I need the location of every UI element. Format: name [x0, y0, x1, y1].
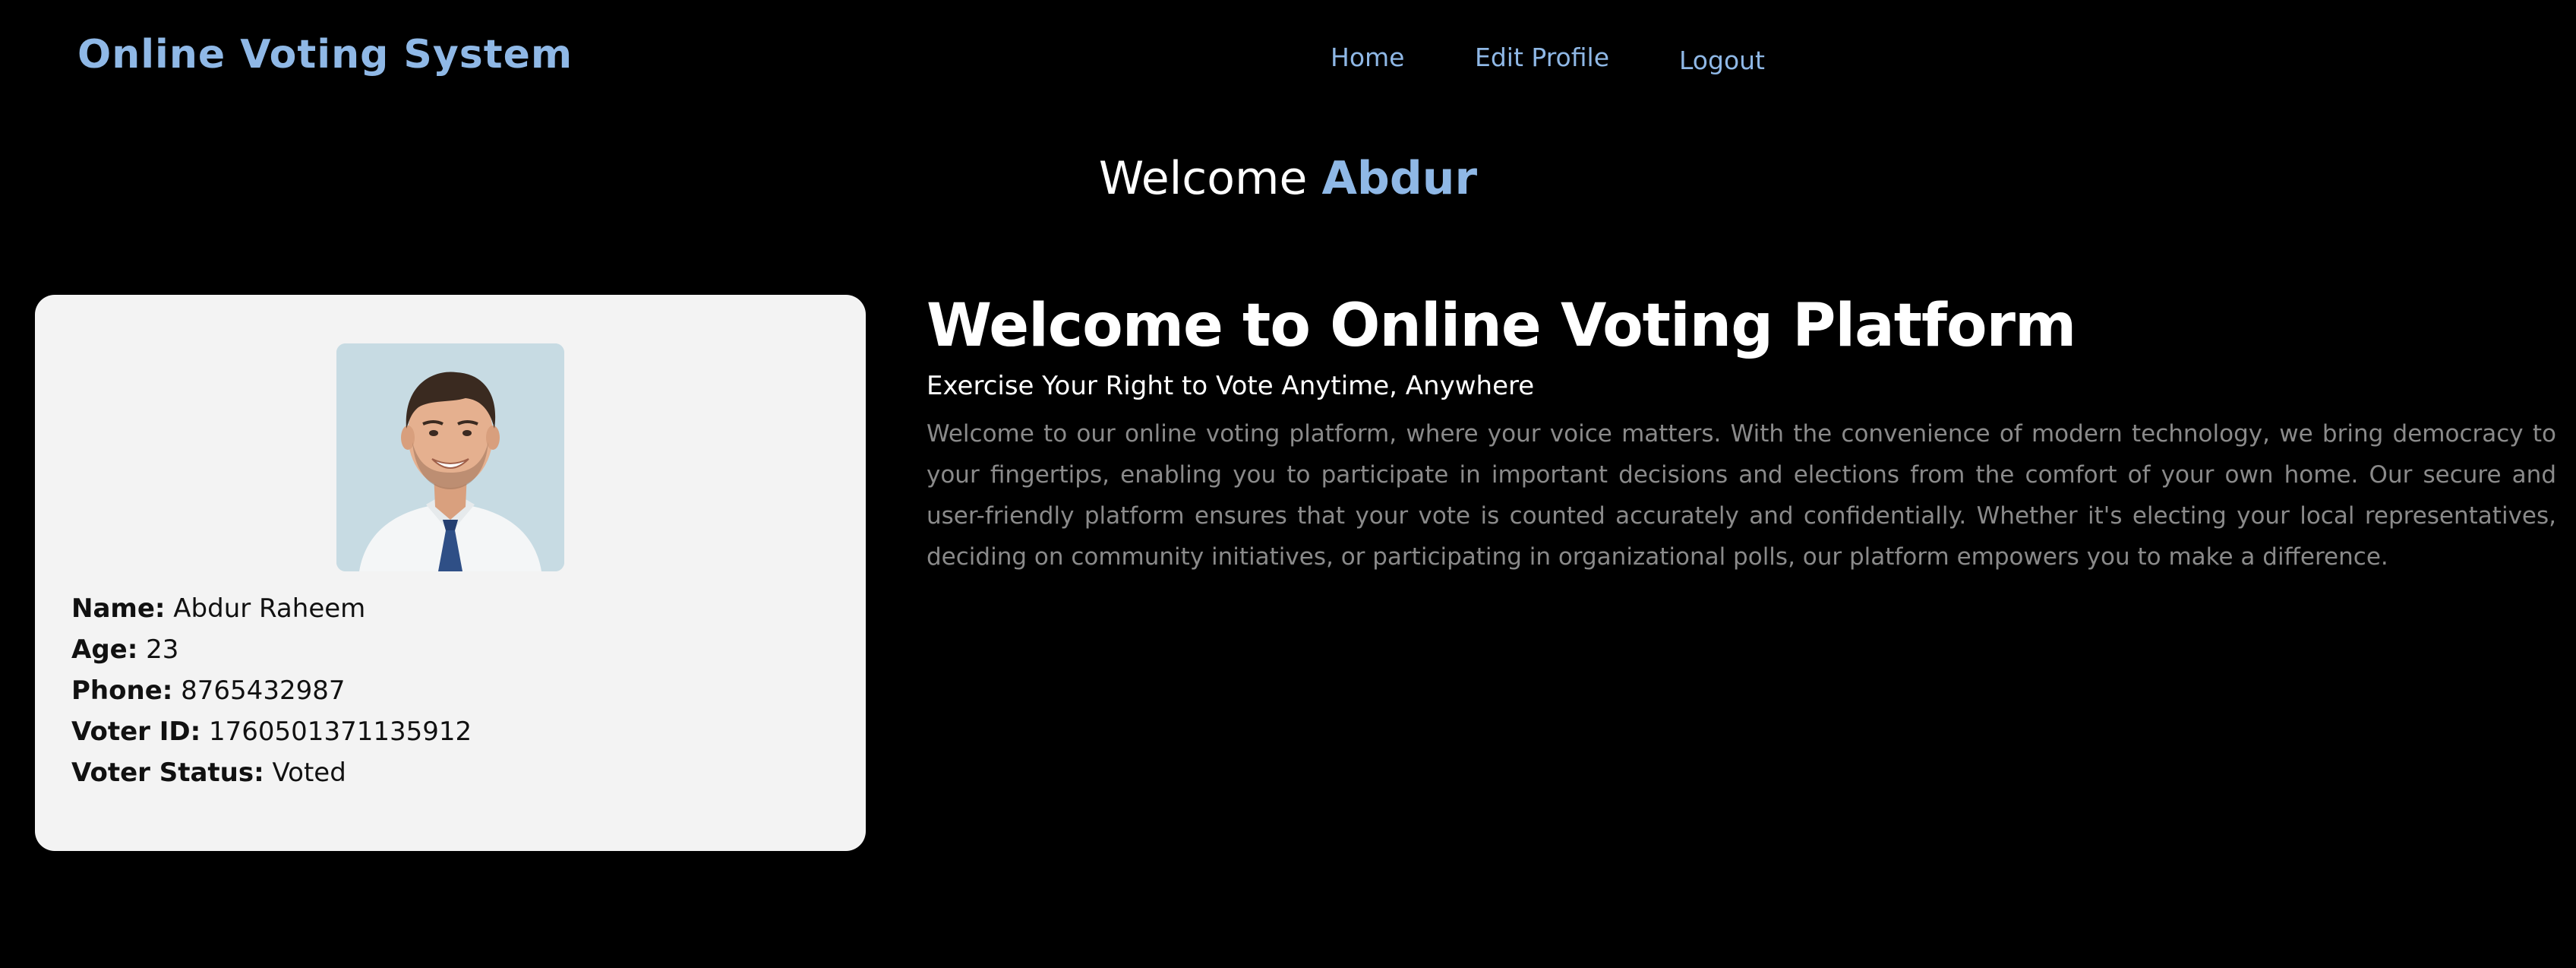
profile-voter-id-label: Voter ID: [71, 717, 201, 747]
platform-subtitle: Exercise Your Right to Vote Anytime, Any… [927, 371, 1535, 401]
profile-age-label: Age: [71, 634, 138, 665]
profile-age-value: 23 [146, 634, 179, 665]
welcome-prefix: Welcome [1098, 152, 1308, 205]
profile-phone-row: Phone: 8765432987 [71, 670, 472, 711]
profile-voter-id-value: 1760501371135912 [209, 717, 472, 747]
profile-voter-status-row: Voter Status: Voted [71, 752, 472, 793]
brand-title: Online Voting System [77, 32, 573, 78]
profile-details: Name: Abdur Raheem Age: 23 Phone: 876543… [71, 588, 472, 793]
profile-name-row: Name: Abdur Raheem [71, 588, 472, 629]
platform-title: Welcome to Online Voting Platform [927, 292, 2076, 360]
profile-phone-value: 8765432987 [181, 675, 346, 706]
profile-card: Name: Abdur Raheem Age: 23 Phone: 876543… [35, 295, 866, 851]
nav-logout-link[interactable]: Logout [1679, 46, 1765, 75]
profile-name-value: Abdur Raheem [173, 593, 366, 624]
user-photo-icon [336, 343, 564, 571]
nav-edit-profile-link[interactable]: Edit Profile [1475, 43, 1609, 72]
profile-phone-label: Phone: [71, 675, 173, 706]
profile-name-label: Name: [71, 593, 166, 624]
welcome-user-name: Abdur [1321, 152, 1478, 205]
profile-age-row: Age: 23 [71, 629, 472, 670]
platform-description: Welcome to our online voting platform, w… [927, 420, 2556, 571]
profile-voter-id-row: Voter ID: 1760501371135912 [71, 711, 472, 752]
nav-home-link[interactable]: Home [1331, 43, 1404, 72]
profile-voter-status-value: Voted [272, 758, 346, 788]
welcome-heading: Welcome Abdur [0, 152, 2576, 205]
avatar [336, 343, 564, 571]
profile-voter-status-label: Voter Status: [71, 758, 264, 788]
